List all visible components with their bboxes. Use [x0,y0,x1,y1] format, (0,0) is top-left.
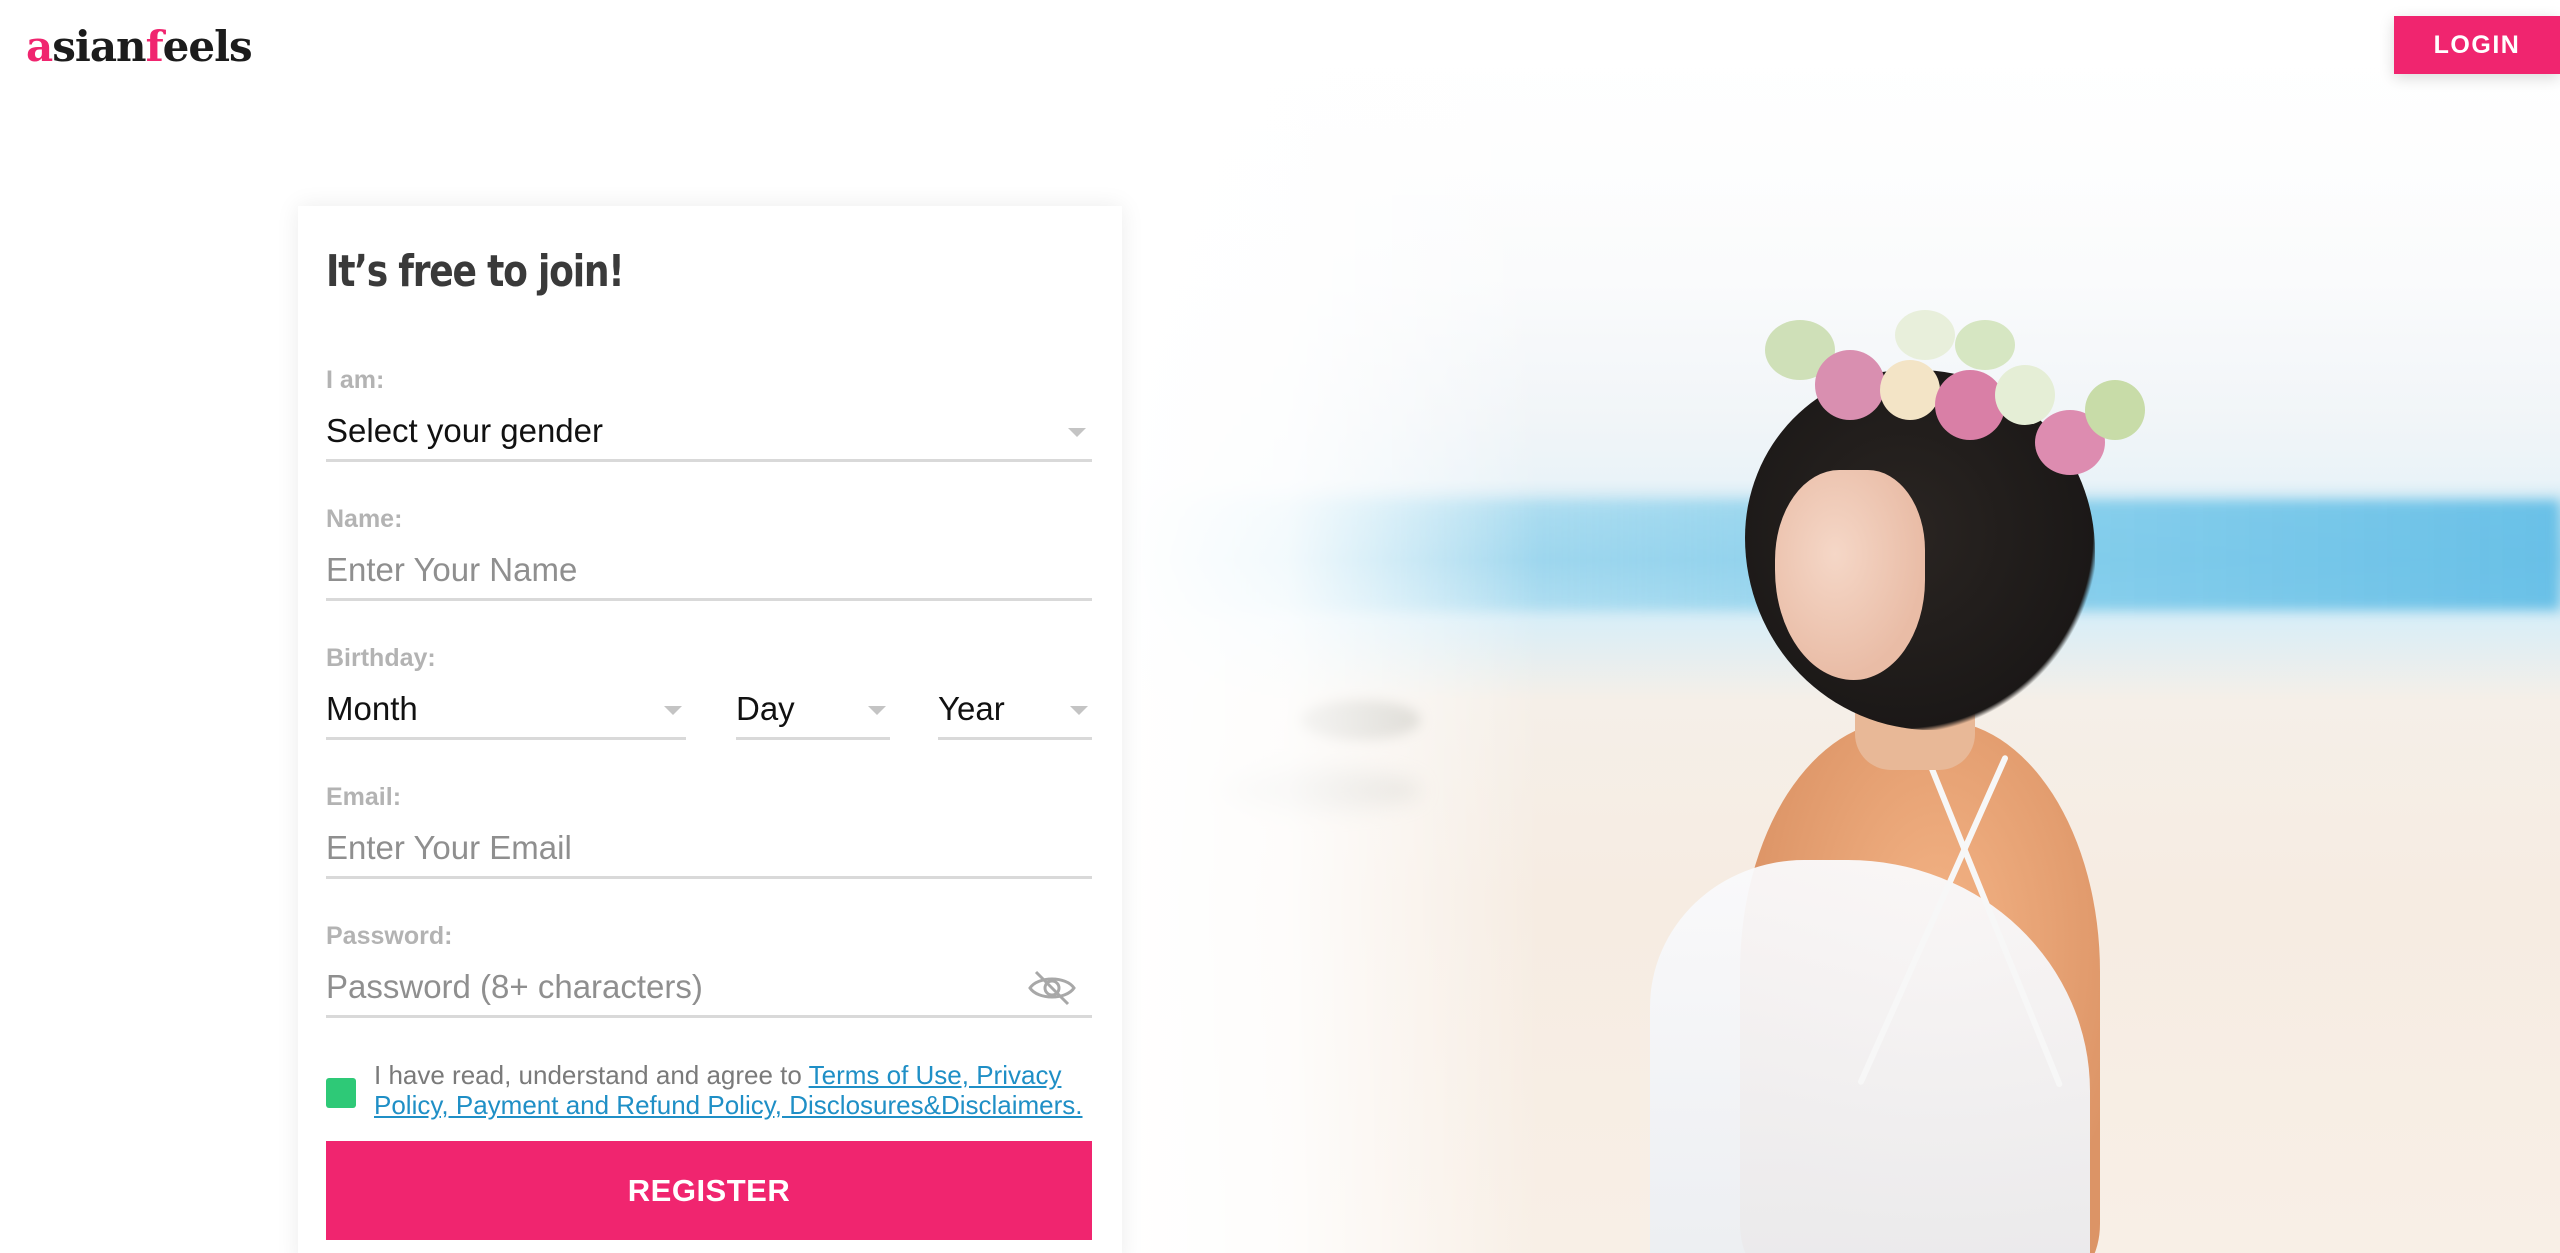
terms-prefix: I have read, understand and agree to [374,1060,809,1090]
caret-down-icon [1068,428,1086,437]
registration-form: It’s free to join! I am: Select your gen… [298,206,1122,1253]
email-label: Email: [326,783,402,811]
password-input[interactable] [326,968,1006,1006]
name-label: Name: [326,505,403,533]
birthday-month-select[interactable]: Month [326,680,686,740]
gender-select[interactable]: Select your gender [326,402,1092,462]
flower-crown [1745,280,2165,500]
email-input[interactable] [326,829,1006,867]
month-select-value: Month [326,690,418,727]
birthday-year-select[interactable]: Year [938,680,1092,740]
form-title: It’s free to join! [326,246,625,297]
eye-slash-icon[interactable] [1026,968,1078,1008]
password-label: Password: [326,922,453,950]
name-input[interactable] [326,551,1006,589]
caret-down-icon [1070,706,1088,715]
logo-text: sian [52,22,146,71]
register-button[interactable]: REGISTER [326,1141,1092,1240]
site-logo[interactable]: asianfeels [26,22,253,71]
terms-checkbox[interactable] [326,1078,356,1108]
logo-letter: f [145,22,164,71]
logo-letter: a [26,22,53,71]
login-button[interactable]: LOGIN [2394,16,2560,74]
terms-text: I have read, understand and agree to Ter… [374,1060,1094,1120]
day-select-value: Day [736,690,795,727]
gender-label: I am: [326,366,385,394]
caret-down-icon [664,706,682,715]
logo-text: eels [162,22,253,71]
year-select-value: Year [938,690,1005,727]
hero-top-fade [1120,0,2560,260]
name-field-wrapper [326,541,1092,601]
birthday-label: Birthday: [326,644,436,672]
password-field-wrapper [326,958,1092,1018]
gender-select-value: Select your gender [326,412,604,449]
email-field-wrapper [326,819,1092,879]
birthday-day-select[interactable]: Day [736,680,890,740]
caret-down-icon [868,706,886,715]
